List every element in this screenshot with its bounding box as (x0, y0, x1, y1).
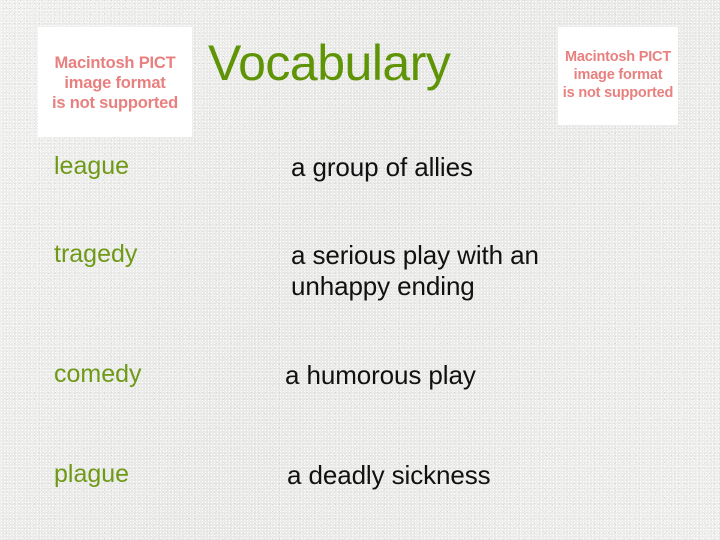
pict-placeholder-right: Macintosh PICT image format is not suppo… (558, 27, 678, 125)
vocabulary-term: league (54, 152, 130, 180)
pict-placeholder-right-line-1: Macintosh PICT (565, 49, 671, 66)
pict-placeholder-left-line-3: is not supported (51, 94, 179, 113)
vocabulary-definition: a deadly sickness (287, 460, 491, 491)
vocabulary-definition-line: unhappy ending (291, 270, 475, 301)
vocabulary-term: plague (54, 460, 130, 488)
vocabulary-term: comedy (54, 360, 142, 388)
vocabulary-definition-line: a serious play with an (291, 240, 539, 270)
vocabulary-definition-line: a group of allies (291, 152, 473, 182)
vocabulary-definition: a group of allies (291, 152, 473, 183)
slide-canvas: Macintosh PICT image format is not suppo… (0, 0, 720, 540)
pict-placeholder-left-line-2: image format (64, 73, 166, 92)
vocabulary-definition: a humorous play (285, 360, 476, 391)
vocabulary-definition-line: a deadly sickness (287, 460, 491, 490)
pict-placeholder-right-line-3: is not supported (562, 84, 674, 101)
vocabulary-term: tragedy (54, 240, 138, 268)
vocabulary-definition: a serious play with an unhappy ending (291, 240, 539, 301)
pict-placeholder-left-line-1: Macintosh PICT (54, 53, 176, 72)
pict-placeholder-right-line-2: image format (573, 67, 663, 84)
pict-placeholder-left: Macintosh PICT image format is not suppo… (38, 27, 192, 137)
vocabulary-definition-line: a humorous play (285, 360, 476, 390)
slide-title: Vocabulary (208, 35, 451, 91)
